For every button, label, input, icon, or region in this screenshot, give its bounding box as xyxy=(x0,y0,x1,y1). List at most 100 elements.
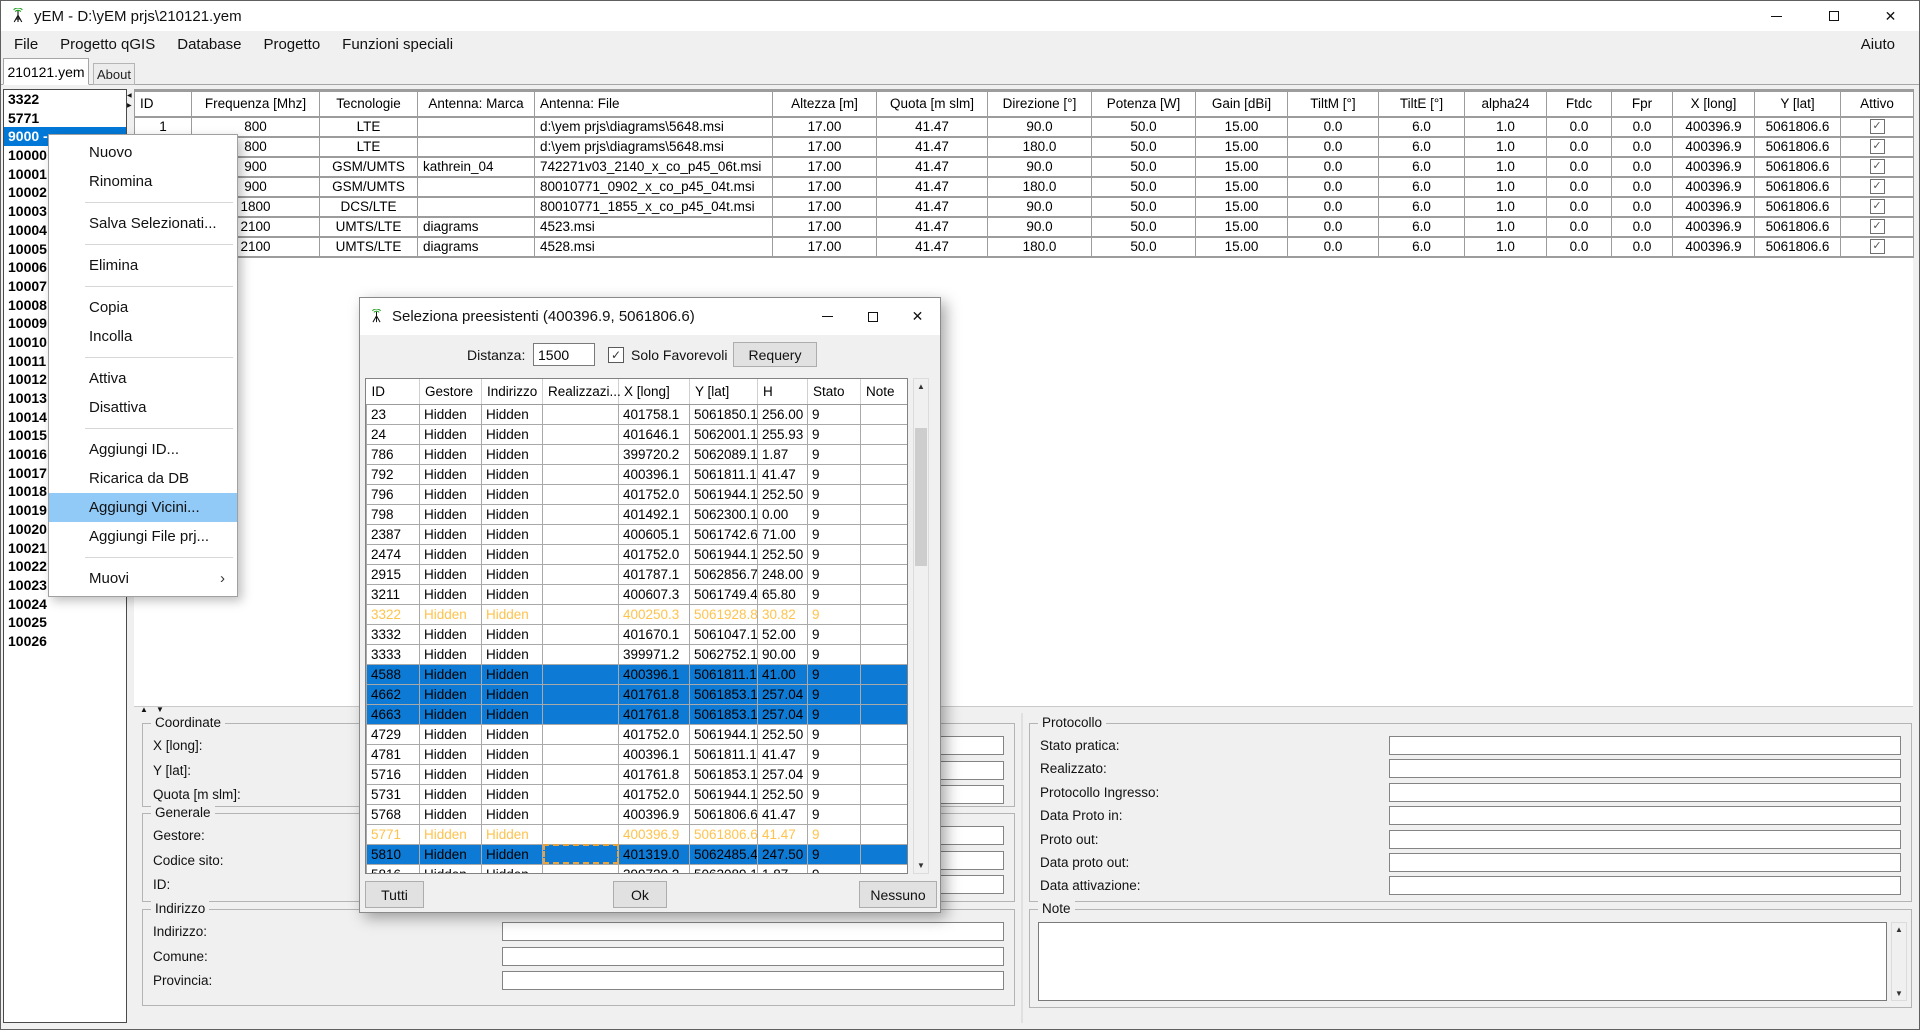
menu-item-rinomina[interactable]: Rinomina xyxy=(49,167,237,196)
checkbox-checked-icon[interactable]: ✓ xyxy=(1870,219,1885,234)
cell[interactable]: 400396.9 xyxy=(1673,237,1755,257)
cell[interactable] xyxy=(861,664,908,684)
collapse-right-icon[interactable]: ▶ xyxy=(127,103,132,109)
cell[interactable]: 5062089.1 xyxy=(690,864,758,874)
menu-progetto[interactable]: Progetto xyxy=(252,31,331,58)
cell[interactable]: 1.0 xyxy=(1465,217,1547,237)
attivo-cell[interactable]: ✓ xyxy=(1841,137,1914,157)
cell[interactable]: 0.0 xyxy=(1547,177,1612,197)
cell[interactable]: 5061806.6 xyxy=(690,804,758,824)
cell[interactable]: 9 xyxy=(808,684,861,704)
cell[interactable]: 1.87 xyxy=(758,864,808,874)
cell[interactable]: 4781 xyxy=(367,744,420,764)
cell[interactable]: Hidden xyxy=(482,724,543,744)
menu-item-incolla[interactable]: Incolla xyxy=(49,322,237,351)
cell[interactable]: 0.0 xyxy=(1288,237,1379,257)
cell[interactable]: 9 xyxy=(808,744,861,764)
cell[interactable] xyxy=(861,764,908,784)
cell[interactable]: 255.93 xyxy=(758,424,808,444)
cell[interactable]: 4588 xyxy=(367,664,420,684)
cell[interactable] xyxy=(543,424,619,444)
cell[interactable]: 9 xyxy=(808,724,861,744)
cell[interactable]: kathrein_04 xyxy=(418,157,535,177)
column-header[interactable]: Tecnologie xyxy=(320,91,418,117)
text-field[interactable] xyxy=(1389,876,1901,895)
column-header[interactable]: H xyxy=(758,379,808,404)
cell[interactable]: 400396.9 xyxy=(1673,217,1755,237)
cell[interactable]: Hidden xyxy=(420,864,482,874)
cell[interactable] xyxy=(543,764,619,784)
cell[interactable]: Hidden xyxy=(420,444,482,464)
cell[interactable]: 0.0 xyxy=(1547,117,1612,137)
cell[interactable]: 41.47 xyxy=(758,464,808,484)
dialog-close-button[interactable]: ✕ xyxy=(895,298,940,335)
cell[interactable]: 1.0 xyxy=(1465,197,1547,217)
cell[interactable]: 9 xyxy=(808,664,861,684)
cell[interactable] xyxy=(543,644,619,664)
cell[interactable]: 0.0 xyxy=(1612,217,1673,237)
nessuno-button[interactable]: Nessuno xyxy=(859,881,937,908)
cell[interactable]: Hidden xyxy=(482,404,543,424)
cell[interactable]: 9 xyxy=(808,584,861,604)
cell[interactable]: 248.00 xyxy=(758,564,808,584)
cell[interactable]: 6.0 xyxy=(1379,237,1465,257)
cell[interactable]: Hidden xyxy=(420,764,482,784)
cell[interactable]: 90.0 xyxy=(988,217,1092,237)
cell[interactable]: 9 xyxy=(808,464,861,484)
cell[interactable]: Hidden xyxy=(482,564,543,584)
column-header[interactable]: X [long] xyxy=(619,379,690,404)
scroll-up-icon[interactable]: ▲ xyxy=(914,382,928,391)
checkbox-checked-icon[interactable]: ✓ xyxy=(1870,159,1885,174)
cell[interactable]: 401752.0 xyxy=(619,724,690,744)
antenna-row[interactable]: 1800DCS/LTE80010771_1855_x_co_p45_04t.ms… xyxy=(135,197,1914,217)
antenna-row[interactable]: 900GSM/UMTSkathrein_04742271v03_2140_x_c… xyxy=(135,157,1914,177)
preesistente-row[interactable]: 2387HiddenHidden400605.15061742.671.009 xyxy=(367,524,908,544)
cell[interactable]: 6.0 xyxy=(1379,157,1465,177)
menu-item-ricarica-da-db[interactable]: Ricarica da DB xyxy=(49,464,237,493)
cell[interactable]: 5768 xyxy=(367,804,420,824)
cell[interactable]: 52.00 xyxy=(758,624,808,644)
cell[interactable]: Hidden xyxy=(420,804,482,824)
cell[interactable]: GSM/UMTS xyxy=(320,177,418,197)
cell[interactable]: 2474 xyxy=(367,544,420,564)
cell[interactable]: 9 xyxy=(808,844,861,864)
cell[interactable]: Hidden xyxy=(482,444,543,464)
column-header[interactable]: Stato xyxy=(808,379,861,404)
cell[interactable] xyxy=(543,564,619,584)
cell[interactable]: Hidden xyxy=(420,724,482,744)
cell[interactable]: 17.00 xyxy=(773,197,877,217)
preesistente-row[interactable]: 4662HiddenHidden401761.85061853.1257.049 xyxy=(367,684,908,704)
cell[interactable]: 80010771_1855_x_co_p45_04t.msi xyxy=(535,197,773,217)
cell[interactable]: 24 xyxy=(367,424,420,444)
text-field[interactable] xyxy=(1389,806,1901,825)
cell[interactable]: 252.50 xyxy=(758,784,808,804)
cell[interactable]: 17.00 xyxy=(773,117,877,137)
cell[interactable]: 0.0 xyxy=(1612,237,1673,257)
cell[interactable]: 257.04 xyxy=(758,684,808,704)
preesistente-row[interactable]: 792HiddenHidden400396.15061811.141.479 xyxy=(367,464,908,484)
cell[interactable]: 5731 xyxy=(367,784,420,804)
cell[interactable]: 401761.8 xyxy=(619,764,690,784)
cell[interactable]: 5062485.4 xyxy=(690,844,758,864)
cell[interactable]: 41.47 xyxy=(877,177,988,197)
cell[interactable]: Hidden xyxy=(420,604,482,624)
cell[interactable] xyxy=(861,424,908,444)
cell[interactable]: 798 xyxy=(367,504,420,524)
cell[interactable] xyxy=(861,464,908,484)
cell[interactable] xyxy=(861,844,908,864)
collapse-up-icon[interactable]: ▲ xyxy=(140,705,148,714)
column-header[interactable]: Note xyxy=(861,379,908,404)
menu-funzioni-speciali[interactable]: Funzioni speciali xyxy=(331,31,464,58)
antenna-row[interactable]: 900GSM/UMTS80010771_0902_x_co_p45_04t.ms… xyxy=(135,177,1914,197)
cell[interactable]: 41.47 xyxy=(877,217,988,237)
cell[interactable]: 4528.msi xyxy=(535,237,773,257)
cell[interactable]: 1.0 xyxy=(1465,117,1547,137)
preesistente-row[interactable]: 4663HiddenHidden401761.85061853.1257.049 xyxy=(367,704,908,724)
menu-item-copia[interactable]: Copia xyxy=(49,293,237,322)
cell[interactable]: 9 xyxy=(808,484,861,504)
cell[interactable]: 252.50 xyxy=(758,484,808,504)
cell[interactable] xyxy=(418,197,535,217)
cell[interactable]: 180.0 xyxy=(988,137,1092,157)
cell[interactable]: 9 xyxy=(808,704,861,724)
cell[interactable] xyxy=(543,444,619,464)
